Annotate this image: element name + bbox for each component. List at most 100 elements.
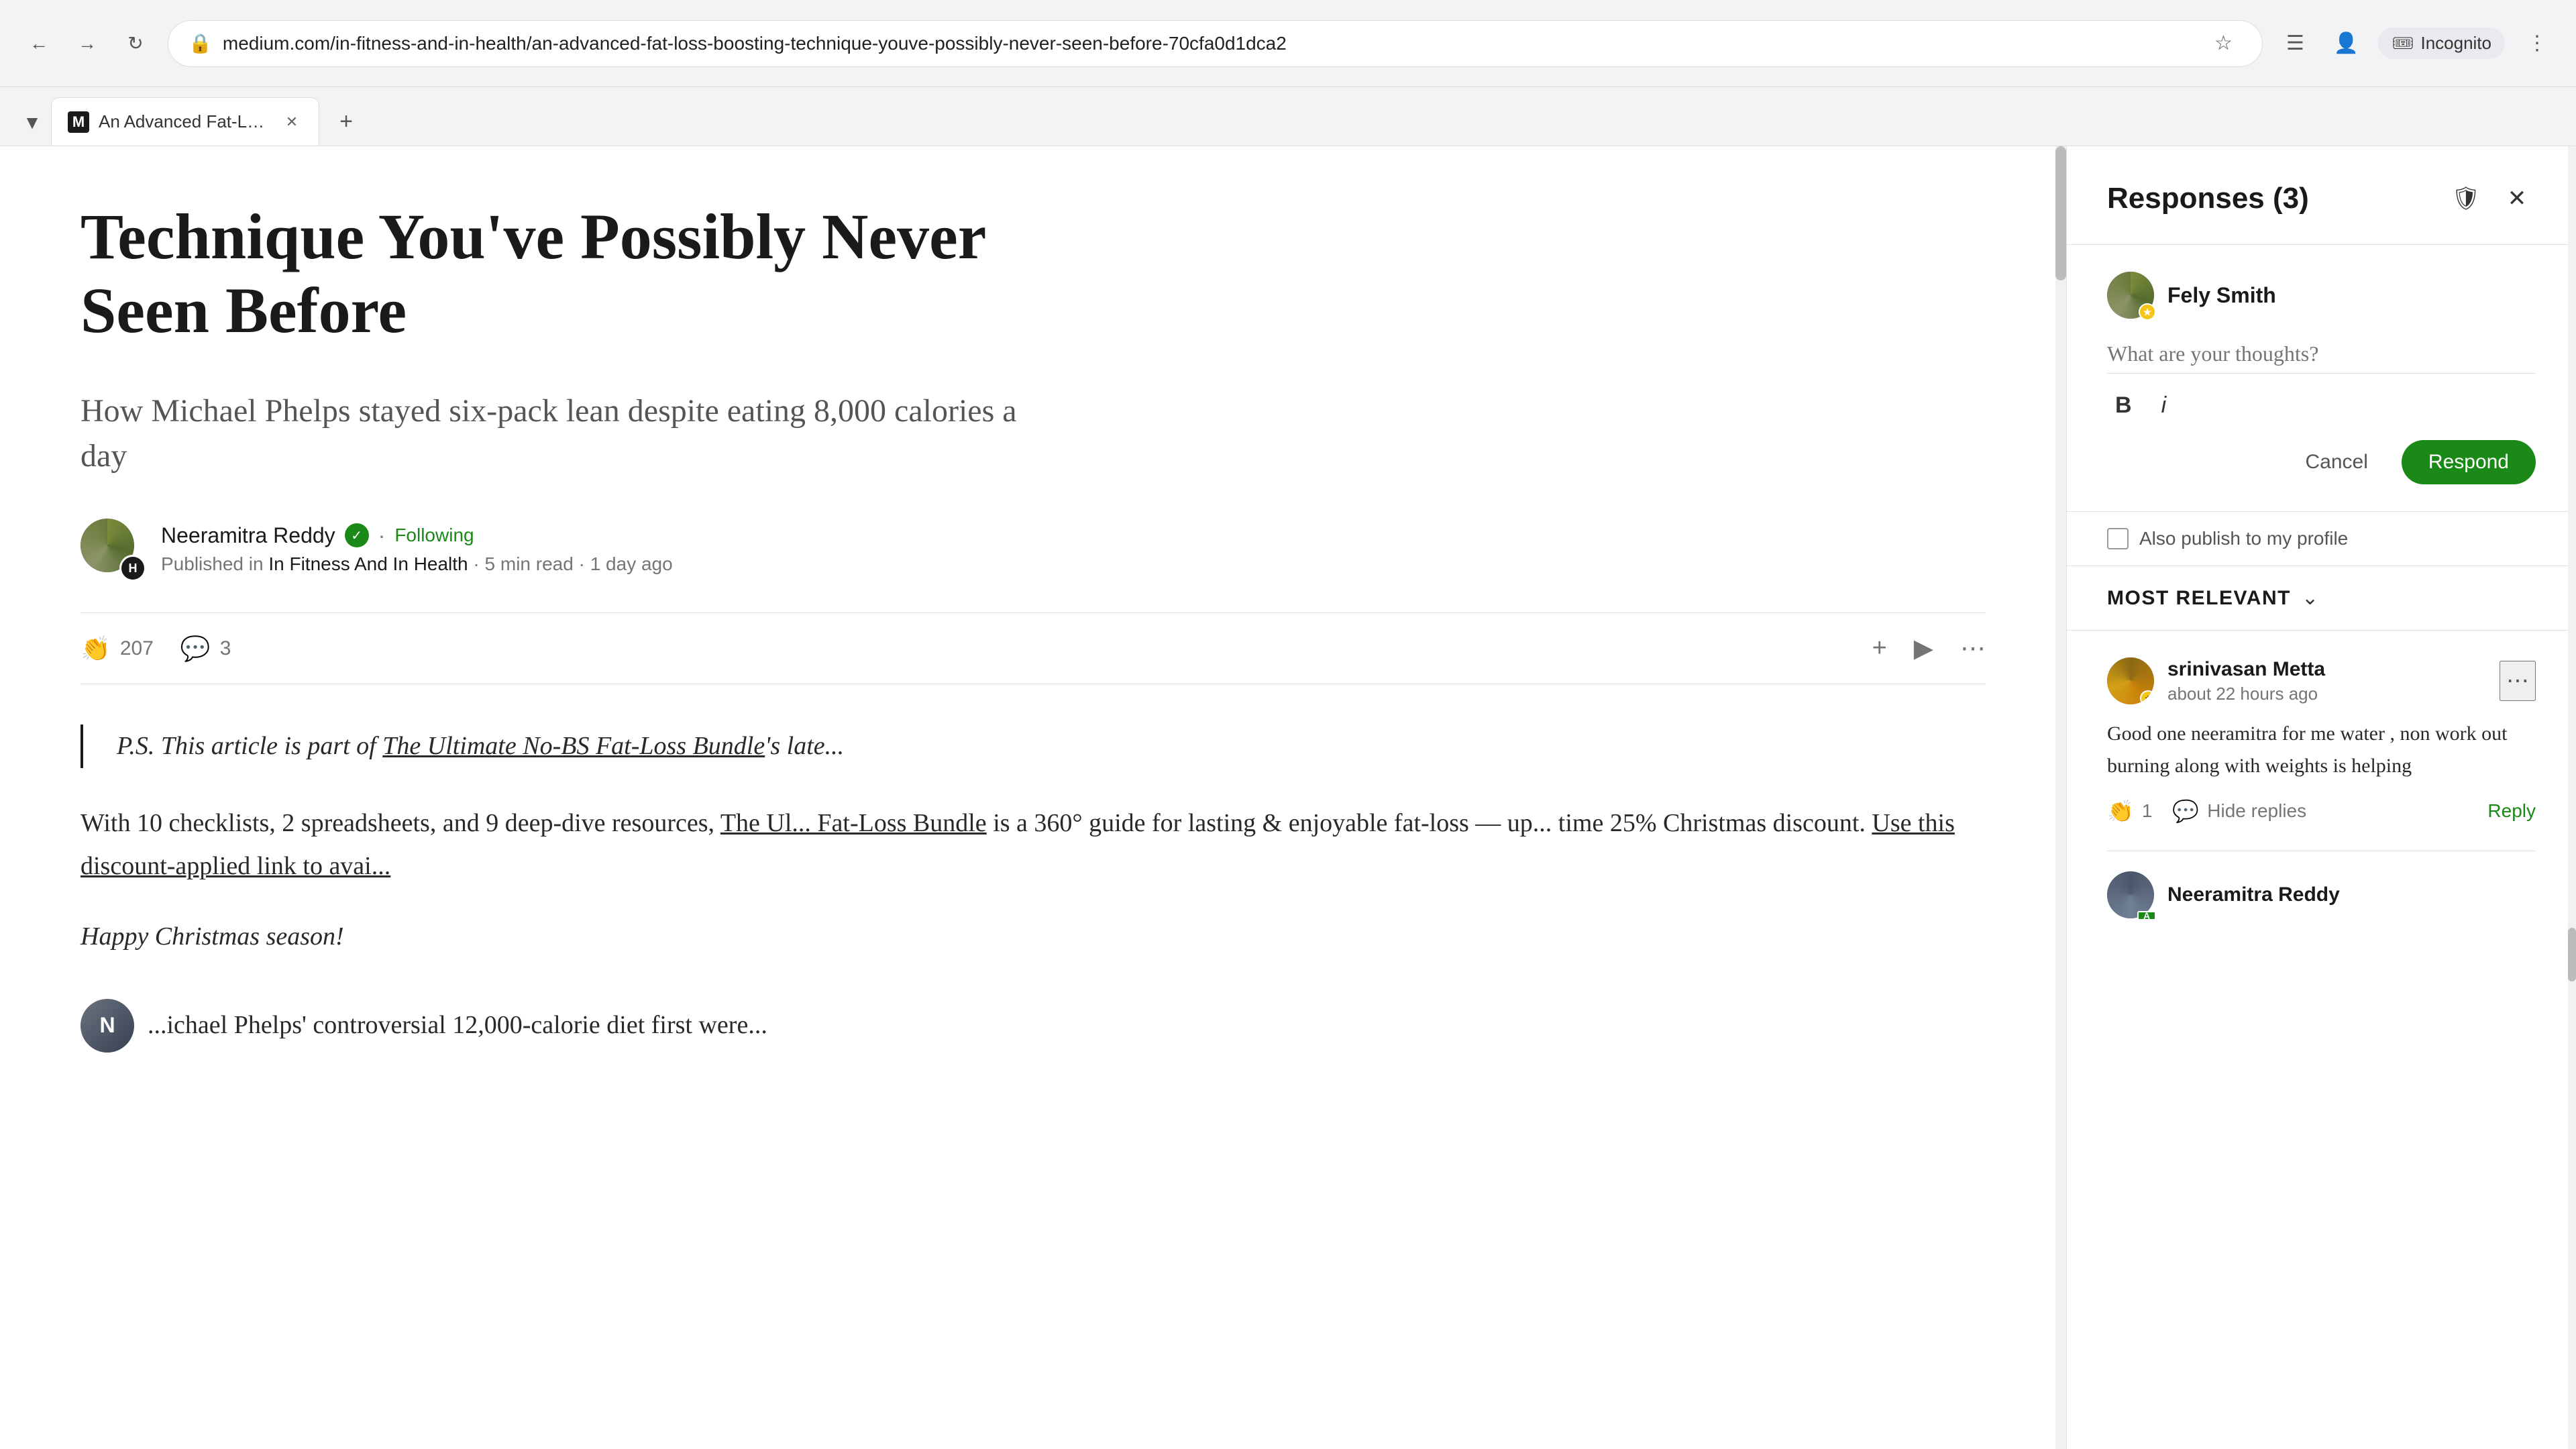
- toolbar-right: ☰ 👤 🎟 Incognito ⋮: [2276, 25, 2556, 62]
- comment-clap[interactable]: 👏 1: [2107, 798, 2152, 824]
- comment-time: about 22 hours ago: [2167, 684, 2325, 704]
- address-bar[interactable]: 🔒 medium.com/in-fitness-and-in-health/an…: [168, 20, 2263, 67]
- publication-avatar: H: [119, 555, 146, 582]
- scrollbar-thumb: [2055, 146, 2066, 280]
- clap-icon: 👏: [2107, 798, 2134, 824]
- new-tab-button[interactable]: +: [326, 101, 366, 142]
- share-icon[interactable]: ▶: [1914, 633, 1933, 663]
- bold-button[interactable]: B: [2107, 387, 2140, 424]
- article-bottom-preview: N ...ichael Phelps' controversial 12,000…: [80, 999, 1986, 1053]
- menu-button[interactable]: ⋮: [2518, 25, 2556, 62]
- author-row: H Neeramitra Reddy ✓ · Following Publish…: [80, 519, 1986, 579]
- article-body-1: With 10 checklists, 2 spreadsheets, and …: [80, 802, 1986, 888]
- publish-label: Also publish to my profile: [2139, 528, 2348, 549]
- discount-link[interactable]: Use this discount-applied link to avai..…: [80, 809, 1955, 881]
- tab-close-button[interactable]: ✕: [281, 111, 303, 133]
- comment-icon: 💬: [180, 635, 211, 663]
- active-tab[interactable]: M An Advanced Fat-Loss-Boosting... ✕: [51, 97, 319, 146]
- shield-icon-button[interactable]: 🛡: [2447, 180, 2485, 217]
- reply-button[interactable]: Reply: [2487, 800, 2536, 822]
- article-scrollbar[interactable]: [2055, 146, 2066, 1449]
- compose-header: ★ Fely Smith: [2107, 272, 2536, 319]
- comment-author-row-2: A Neeramitra Reddy: [2107, 871, 2536, 918]
- panel-scrollbar[interactable]: [2568, 146, 2576, 1449]
- author-name: Neeramitra Reddy: [161, 523, 335, 548]
- reload-button[interactable]: ↻: [117, 25, 154, 62]
- article-title: Technique You've Possibly Never Seen Bef…: [80, 200, 1020, 348]
- publish-checkbox[interactable]: [2107, 528, 2129, 549]
- responses-header: Responses (3) 🛡 ✕: [2067, 146, 2576, 245]
- comment-avatar: ★: [2107, 657, 2154, 704]
- responses-header-icons: 🛡 ✕: [2447, 180, 2536, 217]
- following-button[interactable]: Following: [394, 525, 474, 546]
- comment-item-2: A Neeramitra Reddy: [2107, 851, 2536, 938]
- comment-author-row: ★ srinivasan Metta about 22 hours ago ⋯: [2107, 657, 2536, 704]
- blockquote-text: P.S. This article is part of The Ultimat…: [117, 724, 1986, 768]
- comments-list: ★ srinivasan Metta about 22 hours ago ⋯ …: [2067, 631, 2576, 1449]
- publish-row: Also publish to my profile: [2067, 512, 2576, 566]
- tab-favicon: M: [68, 111, 89, 133]
- tab-title: An Advanced Fat-Loss-Boosting...: [99, 111, 272, 132]
- save-icon[interactable]: +: [1872, 634, 1887, 663]
- read-time: 5 min read: [485, 553, 574, 574]
- comment-item: ★ srinivasan Metta about 22 hours ago ⋯ …: [2107, 631, 2536, 851]
- commenter-badge: ★: [2140, 690, 2154, 704]
- bottom-text: ...ichael Phelps' controversial 12,000-c…: [148, 1004, 767, 1047]
- hide-replies-button[interactable]: 💬 Hide replies: [2172, 798, 2306, 824]
- comment-more-button[interactable]: ⋯: [2500, 661, 2536, 701]
- comment-avatar-2: A: [2107, 871, 2154, 918]
- clap-count: 207: [120, 637, 154, 660]
- time-ago: 1 day ago: [590, 553, 673, 574]
- article-blockquote: P.S. This article is part of The Ultimat…: [80, 724, 1986, 768]
- comment-meta-2: Neeramitra Reddy: [2167, 883, 2340, 906]
- publication-link[interactable]: In Fitness And In Health: [268, 553, 468, 574]
- more-options-icon[interactable]: ⋯: [1960, 633, 1986, 663]
- article-subtitle: How Michael Phelps stayed six-pack lean …: [80, 388, 1020, 478]
- responses-panel: Responses (3) 🛡 ✕ ★ Fely Smith B i Cance: [2066, 146, 2576, 1449]
- compose-avatar-badge: ★: [2139, 303, 2156, 321]
- comment-input[interactable]: [2107, 335, 2536, 374]
- forward-button[interactable]: →: [68, 25, 106, 62]
- composer-name: Fely Smith: [2167, 283, 2276, 308]
- filter-chevron-icon[interactable]: ⌄: [2302, 586, 2318, 610]
- article-area: Technique You've Possibly Never Seen Bef…: [0, 146, 2066, 1449]
- back-button[interactable]: ←: [20, 25, 58, 62]
- panel-scrollbar-thumb: [2568, 928, 2576, 981]
- bottom-avatar: N: [80, 999, 134, 1053]
- lock-icon: 🔒: [189, 32, 212, 54]
- comment-button[interactable]: 💬 3: [180, 635, 231, 663]
- incognito-label: Incognito: [2420, 33, 2491, 54]
- bundle-link[interactable]: The Ultimate No-BS Fat-Loss Bundle: [382, 732, 765, 760]
- responses-title: Responses (3): [2107, 182, 2309, 215]
- hide-replies-label: Hide replies: [2207, 800, 2306, 822]
- happy-christmas-text: Happy Christmas season!: [80, 915, 1986, 959]
- compose-avatar: ★: [2107, 272, 2154, 319]
- compose-actions: Cancel Respond: [2107, 440, 2536, 484]
- author-avatar-group: H: [80, 519, 141, 579]
- comment-author-name-2: Neeramitra Reddy: [2167, 883, 2340, 906]
- bookmark-icon[interactable]: ☆: [2204, 25, 2242, 62]
- respond-button[interactable]: Respond: [2402, 440, 2536, 484]
- action-bar: 👏 207 💬 3 + ▶ ⋯: [80, 612, 1986, 684]
- comment-compose: ★ Fely Smith B i Cancel Respond: [2067, 245, 2576, 512]
- meta-separator-1: ·: [473, 553, 484, 574]
- verified-badge: ✓: [345, 523, 369, 547]
- meta-separator-2: ·: [579, 553, 590, 574]
- bundle-link-2[interactable]: The Ul... Fat-Loss Bundle: [720, 809, 987, 837]
- incognito-badge: 🎟 Incognito: [2378, 28, 2505, 59]
- nav-buttons: ← → ↻: [20, 25, 154, 62]
- close-panel-button[interactable]: ✕: [2498, 180, 2536, 217]
- comment-meta: srinivasan Metta about 22 hours ago: [2167, 658, 2325, 704]
- main-layout: Technique You've Possibly Never Seen Bef…: [0, 146, 2576, 1449]
- comment-clap-count: 1: [2142, 800, 2153, 822]
- profile-icon[interactable]: 👤: [2327, 25, 2365, 62]
- tab-list-button[interactable]: ▼: [13, 104, 51, 142]
- clap-button[interactable]: 👏 207: [80, 635, 154, 663]
- cancel-button[interactable]: Cancel: [2286, 440, 2388, 484]
- incognito-icon: 🎟: [2392, 33, 2414, 54]
- replies-icon: 💬: [2172, 798, 2199, 824]
- extensions-icon[interactable]: ☰: [2276, 25, 2314, 62]
- italic-button[interactable]: i: [2153, 387, 2175, 424]
- author-info: Neeramitra Reddy ✓ · Following Published…: [161, 523, 673, 575]
- filter-row[interactable]: MOST RELEVANT ⌄: [2067, 566, 2576, 631]
